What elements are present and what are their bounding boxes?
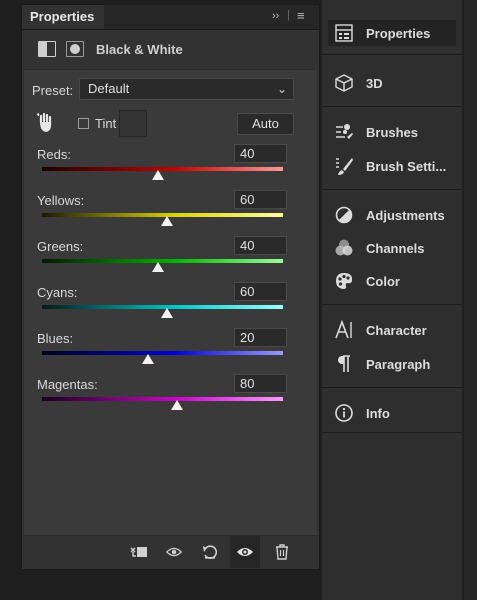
dock-label: Color bbox=[366, 274, 400, 289]
panel-dock: Properties 3D Brushes Brush Setti... Adj… bbox=[322, 0, 462, 600]
tab-properties[interactable]: Properties bbox=[22, 5, 104, 29]
divider: | bbox=[287, 9, 290, 21]
dock-item-adjustments[interactable]: Adjustments bbox=[328, 202, 456, 228]
auto-button[interactable]: Auto bbox=[237, 113, 294, 135]
properties-icon bbox=[335, 24, 353, 42]
dock-label: Channels bbox=[366, 241, 425, 256]
slider-row: Blues: 20 bbox=[24, 328, 317, 377]
preset-value: Default bbox=[88, 81, 130, 96]
dock-label: Adjustments bbox=[366, 208, 445, 223]
slider-value-input[interactable]: 60 bbox=[234, 190, 287, 209]
dock-item-channels[interactable]: Channels bbox=[328, 235, 456, 261]
dock-item-properties[interactable]: Properties bbox=[328, 20, 456, 46]
adjustments-icon bbox=[335, 206, 353, 224]
tint-label: Tint bbox=[95, 116, 117, 131]
panel-footer bbox=[24, 535, 317, 568]
slider-thumb[interactable] bbox=[151, 170, 164, 180]
layer-mask-icon[interactable] bbox=[66, 41, 84, 57]
properties-panel: Properties ›› | ≡ Black & White Preset: … bbox=[21, 4, 320, 570]
slider-value-input[interactable]: 40 bbox=[234, 144, 287, 163]
slider-thumb[interactable] bbox=[170, 400, 183, 410]
slider-thumb[interactable] bbox=[161, 216, 174, 226]
targeted-adjustment-hand-icon[interactable] bbox=[36, 112, 56, 134]
divider bbox=[322, 304, 462, 305]
slider-value-input[interactable]: 80 bbox=[234, 374, 287, 393]
dock-item-character[interactable]: Character bbox=[328, 317, 456, 343]
slider-track[interactable] bbox=[42, 397, 283, 401]
dock-label: Info bbox=[366, 406, 390, 421]
divider bbox=[322, 106, 462, 107]
slider-track[interactable] bbox=[42, 351, 283, 355]
tint-checkbox[interactable] bbox=[78, 118, 89, 129]
slider-value-input[interactable]: 60 bbox=[234, 282, 287, 301]
view-previous-state-icon[interactable] bbox=[165, 544, 183, 560]
dock-label: Character bbox=[366, 323, 427, 338]
trash-icon[interactable] bbox=[273, 544, 291, 560]
divider bbox=[322, 387, 462, 388]
dock-label: 3D bbox=[366, 76, 383, 91]
eye-icon bbox=[237, 548, 253, 556]
adjustment-header: Black & White bbox=[22, 31, 319, 67]
panel-body: Preset: Default ⌄ Tint Auto Reds: 40 Yello… bbox=[24, 69, 317, 536]
slider-label: Blues: bbox=[37, 331, 74, 346]
preset-dropdown[interactable]: Default ⌄ bbox=[79, 78, 294, 100]
slider-label: Reds: bbox=[37, 147, 71, 162]
dock-item-info[interactable]: Info bbox=[328, 400, 456, 426]
adjustment-layer-icon[interactable] bbox=[38, 41, 56, 57]
panel-tab-bar: Properties ›› | ≡ bbox=[22, 5, 319, 30]
slider-value-input[interactable]: 20 bbox=[234, 328, 287, 347]
divider bbox=[322, 432, 462, 433]
info-icon bbox=[335, 404, 353, 422]
slider-label: Magentas: bbox=[37, 377, 98, 392]
paragraph-icon bbox=[338, 355, 350, 372]
dock-item-brushes[interactable]: Brushes bbox=[328, 119, 456, 145]
toggle-visibility-button[interactable] bbox=[230, 536, 260, 568]
clip-to-layer-icon[interactable] bbox=[130, 544, 148, 560]
tint-color-swatch[interactable] bbox=[119, 110, 147, 137]
dock-label: Brush Setti... bbox=[366, 159, 447, 174]
collapse-icon[interactable]: ›› bbox=[272, 10, 279, 22]
dock-item-brush-settings[interactable]: Brush Setti... bbox=[328, 153, 456, 179]
adjustment-title: Black & White bbox=[96, 42, 183, 57]
dock-item-paragraph[interactable]: Paragraph bbox=[328, 351, 456, 377]
slider-row: Magentas: 80 bbox=[24, 374, 317, 423]
brushes-icon bbox=[336, 124, 353, 139]
channels-icon bbox=[335, 239, 353, 256]
slider-thumb[interactable] bbox=[161, 308, 174, 318]
brush-settings-icon bbox=[336, 158, 353, 175]
preset-label: Preset: bbox=[32, 83, 74, 98]
slider-thumb[interactable] bbox=[151, 262, 164, 272]
slider-thumb[interactable] bbox=[142, 354, 155, 364]
slider-row: Yellows: 60 bbox=[24, 190, 317, 239]
character-icon bbox=[335, 320, 352, 339]
slider-row: Reds: 40 bbox=[24, 144, 317, 193]
slider-value-input[interactable]: 40 bbox=[234, 236, 287, 255]
reset-icon[interactable] bbox=[201, 544, 219, 560]
cube-icon bbox=[335, 74, 353, 92]
panel-menu-icon[interactable]: ≡ bbox=[297, 8, 305, 23]
divider bbox=[322, 189, 462, 190]
slider-label: Greens: bbox=[37, 239, 84, 254]
dock-label: Paragraph bbox=[366, 357, 431, 372]
dock-item-color[interactable]: Color bbox=[328, 268, 456, 294]
dock-label: Properties bbox=[366, 26, 431, 41]
slider-label: Yellows: bbox=[37, 193, 85, 208]
dock-item-3d[interactable]: 3D bbox=[328, 70, 456, 96]
slider-label: Cyans: bbox=[37, 285, 78, 300]
slider-row: Cyans: 60 bbox=[24, 282, 317, 331]
panel-dock-edge bbox=[464, 0, 477, 600]
divider bbox=[322, 54, 462, 55]
slider-row: Greens: 40 bbox=[24, 236, 317, 285]
dock-label: Brushes bbox=[366, 125, 419, 140]
chevron-down-icon: ⌄ bbox=[276, 82, 287, 96]
palette-icon bbox=[336, 273, 353, 289]
